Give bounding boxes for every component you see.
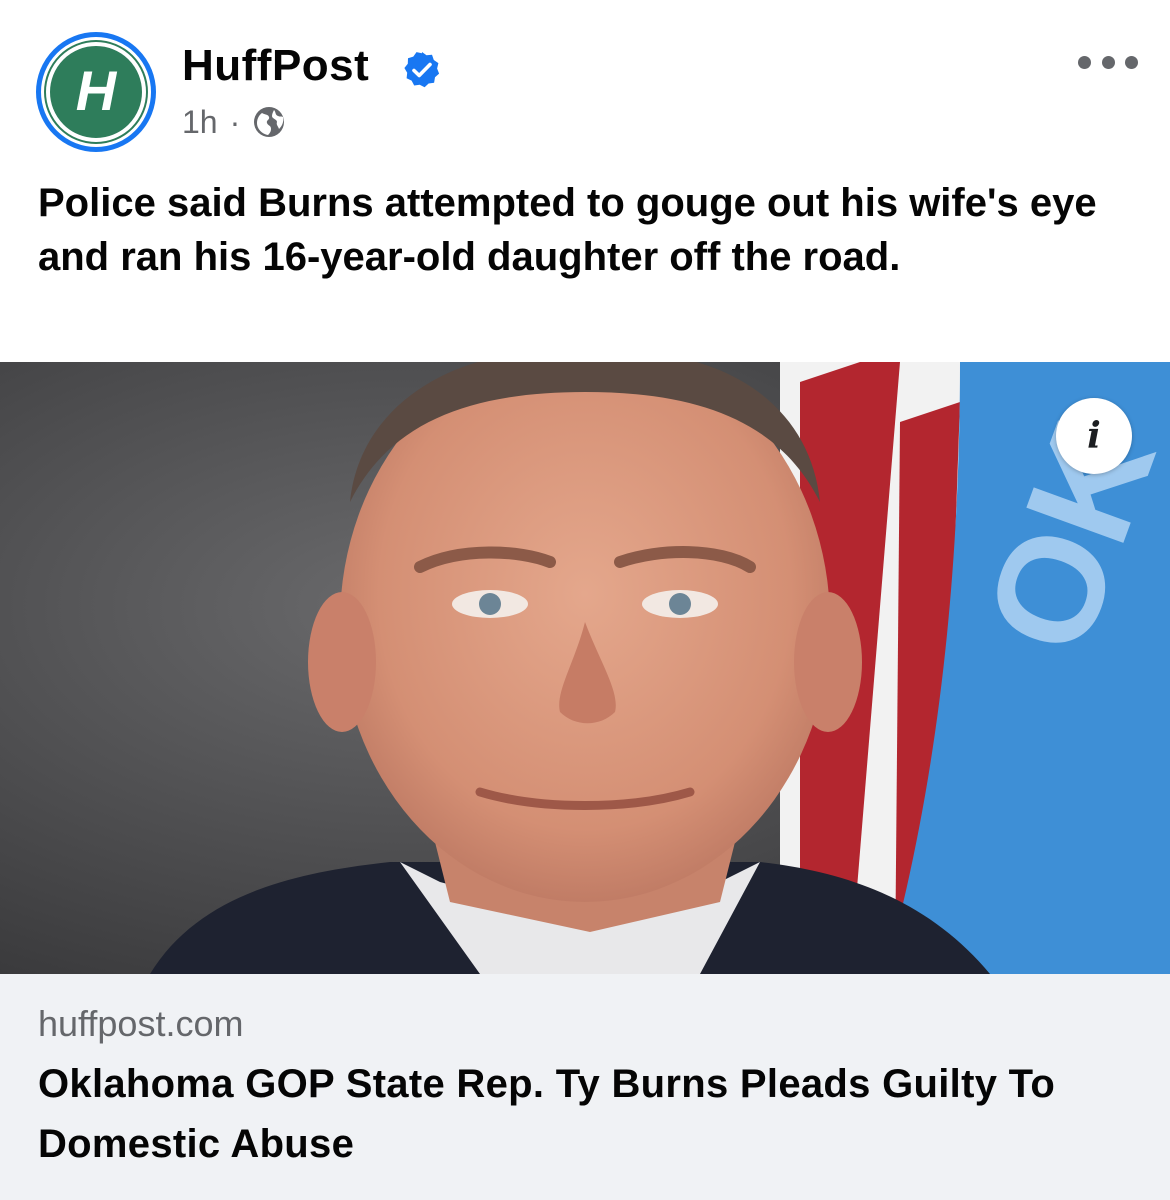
post-meta: 1h · [182, 102, 286, 142]
info-button[interactable]: i [1056, 398, 1132, 474]
page-avatar[interactable]: H [36, 32, 156, 152]
more-dot-icon [1078, 55, 1091, 69]
page-name-link[interactable]: HuffPost [182, 40, 369, 92]
more-options-button[interactable] [1078, 50, 1138, 74]
post-caption: Police said Burns attempted to gouge out… [38, 181, 1097, 279]
link-preview-image[interactable]: OK [0, 362, 1170, 974]
post-timestamp[interactable]: 1h [182, 102, 218, 142]
huffpost-logo-icon: H [46, 42, 146, 142]
link-preview[interactable]: huffpost.com Oklahoma GOP State Rep. Ty … [0, 974, 1170, 1200]
svg-text:H: H [76, 60, 118, 122]
link-headline: Oklahoma GOP State Rep. Ty Burns Pleads … [38, 1062, 1056, 1166]
meta-separator: · [229, 104, 241, 140]
portrait-photo: OK [0, 362, 1170, 974]
globe-icon [254, 107, 285, 137]
link-domain: huffpost.com [38, 1003, 244, 1044]
info-icon: i [1087, 415, 1101, 457]
verified-badge-icon [404, 52, 440, 88]
more-dot-icon [1101, 55, 1115, 69]
more-dot-icon [1125, 55, 1138, 69]
post-card: H HuffPost 1h · Police said Burns attemp… [0, 0, 1170, 1200]
post-header: H HuffPost 1h · [0, 0, 1170, 170]
